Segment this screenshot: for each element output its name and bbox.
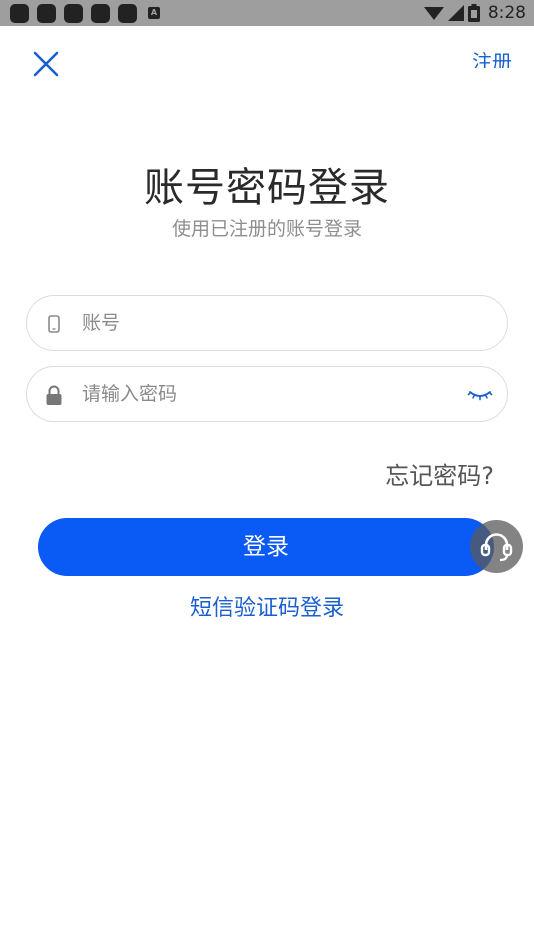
- customer-support-button[interactable]: [470, 520, 523, 573]
- notification-icon: [91, 4, 110, 23]
- battery-icon: [467, 4, 480, 22]
- status-bar: A 8:28: [0, 0, 534, 26]
- notification-icon: [64, 4, 83, 23]
- account-input[interactable]: [82, 296, 452, 350]
- password-field[interactable]: [26, 366, 508, 422]
- close-icon: [33, 51, 59, 77]
- sms-login-link[interactable]: 短信验证码登录: [0, 590, 534, 622]
- account-field[interactable]: [26, 295, 508, 351]
- close-button[interactable]: [28, 46, 64, 82]
- notification-icon: [10, 4, 29, 23]
- page-title: 账号密码登录: [144, 165, 390, 211]
- notification-icon: [118, 4, 137, 23]
- password-visibility-toggle[interactable]: [467, 384, 493, 406]
- login-button[interactable]: 登录: [38, 518, 494, 576]
- keyboard-badge-icon: A: [148, 7, 160, 19]
- wifi-icon: [423, 7, 444, 20]
- cellular-signal-icon: [447, 5, 464, 21]
- password-input[interactable]: [82, 367, 452, 421]
- phone-icon: [48, 315, 60, 333]
- system-status: 8:28: [423, 0, 526, 26]
- lock-icon: [46, 385, 62, 405]
- page-subtitle: 使用已注册的账号登录: [171, 218, 362, 240]
- headset-icon: [480, 533, 513, 562]
- register-link[interactable]: 注册: [472, 48, 512, 68]
- eye-closed-icon: [467, 391, 493, 401]
- notification-icon: [37, 4, 56, 23]
- status-time: 8:28: [487, 3, 526, 23]
- forgot-password-link[interactable]: 忘记密码?: [385, 456, 494, 491]
